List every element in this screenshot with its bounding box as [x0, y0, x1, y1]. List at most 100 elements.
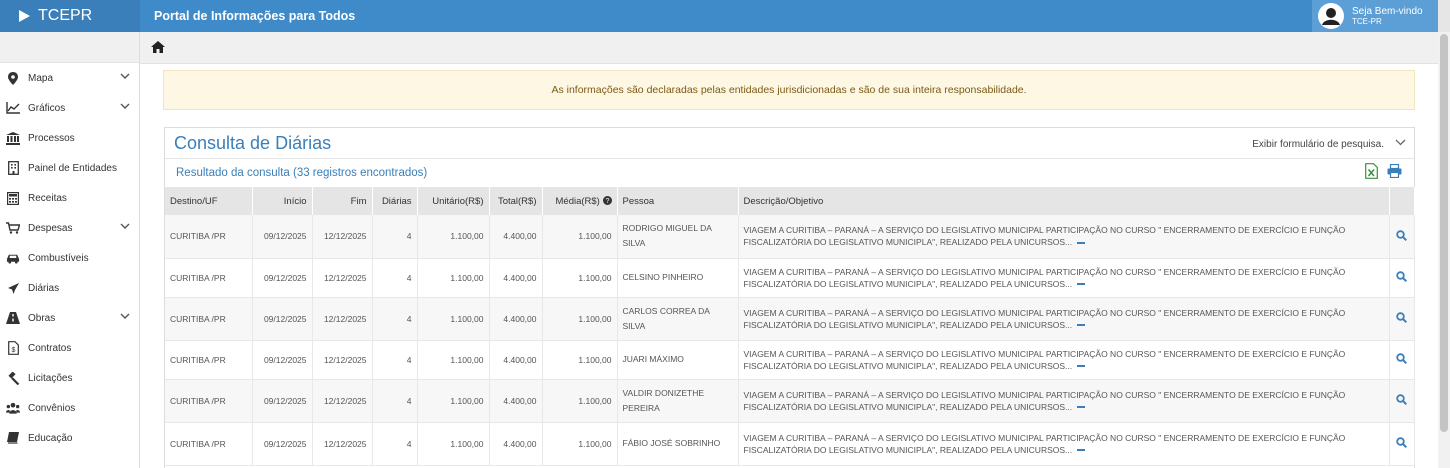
logo[interactable]: TCEPR: [0, 0, 140, 32]
cell-pessoa: VALDIR DONIZETHE PEREIRA: [617, 379, 739, 423]
cell-actions: [1389, 422, 1415, 466]
ellipsis-more-icon[interactable]: [1077, 241, 1086, 245]
institution-icon: [6, 131, 20, 145]
description-text: VIAGEM A CURITIBA – PARANÁ – A SERVIÇO D…: [743, 307, 1346, 330]
column-header-media[interactable]: Média(R$) ?: [542, 187, 618, 215]
sidebar: Mapa Gráficos Processos Painel de Entida…: [0, 32, 140, 468]
car-icon: [6, 251, 20, 265]
contract-file-icon: $: [6, 341, 20, 355]
vertical-scrollbar[interactable]: [1438, 32, 1450, 468]
cell-unitario: 1.100,00: [417, 422, 490, 466]
home-icon[interactable]: [151, 41, 165, 53]
cell-inicio: 09/12/2025: [252, 422, 313, 466]
sidebar-item-contratos[interactable]: $ Contratos: [0, 333, 139, 363]
sidebar-item-receitas[interactable]: Receitas: [0, 183, 139, 213]
table-row[interactable]: CURITIBA /PR 09/12/2025 12/12/2025 4 1.1…: [165, 422, 1415, 466]
page-title: Consulta de Diárias: [174, 133, 332, 153]
sidebar-item-label: Licitações: [28, 372, 73, 384]
sidebar-item-graficos[interactable]: Gráficos: [0, 93, 139, 123]
question-circle-icon[interactable]: ?: [602, 195, 612, 205]
search-icon[interactable]: [1396, 353, 1408, 365]
brand-name: TCEPR: [38, 7, 93, 24]
sidebar-item-despesas[interactable]: Despesas: [0, 213, 139, 243]
cell-pessoa: CARLOS CORREA DA SILVA: [617, 297, 739, 341]
description-text: VIAGEM A CURITIBA – PARANÁ – A SERVIÇO D…: [743, 389, 1346, 412]
notice-text: As informações são declaradas pelas enti…: [551, 84, 1027, 96]
cell-unitario: 1.100,00: [417, 215, 490, 259]
user-greeting: Seja Bem-vindo: [1352, 5, 1423, 17]
table-row[interactable]: CURITIBA /PR 09/12/2025 12/12/2025 4 1.1…: [165, 379, 1415, 423]
column-header[interactable]: Total(R$): [489, 187, 543, 215]
cart-icon: [6, 221, 20, 235]
cell-descricao: VIAGEM A CURITIBA – PARANÁ – A SERVIÇO D…: [738, 422, 1390, 466]
chevron-down-icon: [120, 73, 130, 79]
column-header[interactable]: Unitário(R$): [417, 187, 490, 215]
table-row[interactable]: CURITIBA /PR 09/12/2025 12/12/2025 4 1.1…: [165, 215, 1415, 259]
consulta-panel: Consulta de Diárias Exibir formulário de…: [164, 127, 1415, 468]
description-text: VIAGEM A CURITIBA – PARANÁ – A SERVIÇO D…: [743, 432, 1346, 455]
sidebar-item-label: Mapa: [28, 72, 54, 84]
cell-diarias: 4: [372, 379, 418, 423]
ellipsis-more-icon[interactable]: [1077, 405, 1086, 409]
cell-fim: 12/12/2025: [312, 340, 373, 380]
column-header[interactable]: Início: [252, 187, 313, 215]
user-menu[interactable]: Seja Bem-vindo TCE-PR: [1312, 0, 1438, 32]
table-row[interactable]: CURITIBA /PR 09/12/2025 12/12/2025 4 1.1…: [165, 340, 1415, 380]
gavel-icon: [6, 371, 20, 385]
search-icon[interactable]: [1396, 394, 1408, 406]
ellipsis-more-icon[interactable]: [1077, 282, 1086, 286]
toggle-search-form-link[interactable]: Exibir formulário de pesquisa.: [1252, 139, 1384, 150]
cell-media: 1.100,00: [542, 297, 618, 341]
calculator-icon: [6, 191, 20, 205]
breadcrumb: [140, 32, 1438, 64]
cell-destino: CURITIBA /PR: [165, 297, 253, 341]
cell-destino: CURITIBA /PR: [165, 258, 253, 298]
sidebar-item-diarias[interactable]: Diárias: [0, 273, 139, 303]
column-header[interactable]: Destino/UF: [165, 187, 253, 215]
table-row[interactable]: CURITIBA /PR 09/12/2025 12/12/2025 4 1.1…: [165, 258, 1415, 298]
ellipsis-more-icon[interactable]: [1077, 448, 1086, 452]
cell-descricao: VIAGEM A CURITIBA – PARANÁ – A SERVIÇO D…: [738, 258, 1390, 298]
cell-unitario: 1.100,00: [417, 258, 490, 298]
sidebar-item-licitacoes[interactable]: Licitações: [0, 363, 139, 393]
cell-fim: 12/12/2025: [312, 379, 373, 423]
search-icon[interactable]: [1396, 437, 1408, 449]
user-avatar-icon: [1318, 3, 1344, 29]
sidebar-item-label: Gráficos: [28, 102, 66, 114]
column-header[interactable]: Descrição/Objetivo: [738, 187, 1390, 215]
sidebar-item-label: Contratos: [28, 342, 72, 354]
column-header[interactable]: Pessoa: [617, 187, 739, 215]
cell-actions: [1389, 258, 1415, 298]
excel-export-icon[interactable]: [1365, 163, 1378, 179]
search-icon[interactable]: [1396, 271, 1408, 283]
print-icon[interactable]: [1387, 164, 1402, 178]
sidebar-item-painel-de-entidades[interactable]: Painel de Entidades: [0, 153, 139, 183]
sidebar-item-combustiveis[interactable]: Combustíveis: [0, 243, 139, 273]
sidebar-item-processos[interactable]: Processos: [0, 123, 139, 153]
cell-media: 1.100,00: [542, 258, 618, 298]
scrollbar-thumb[interactable]: [1440, 34, 1448, 432]
chevron-down-icon[interactable]: [1395, 139, 1406, 146]
table-row[interactable]: CURITIBA /PR 09/12/2025 12/12/2025 4 1.1…: [165, 297, 1415, 341]
cell-destino: CURITIBA /PR: [165, 422, 253, 466]
cell-diarias: 4: [372, 215, 418, 259]
sidebar-item-mapa[interactable]: Mapa: [0, 63, 139, 93]
sidebar-item-label: Combustíveis: [28, 252, 89, 264]
cell-fim: 12/12/2025: [312, 258, 373, 298]
ellipsis-more-icon[interactable]: [1077, 364, 1086, 368]
column-header[interactable]: Fim: [312, 187, 373, 215]
sidebar-item-educacao[interactable]: Educação: [0, 423, 139, 453]
search-icon[interactable]: [1396, 230, 1408, 241]
cell-diarias: 4: [372, 297, 418, 341]
cell-total: 4.400,00: [489, 379, 543, 423]
sidebar-item-obras[interactable]: Obras: [0, 303, 139, 333]
svg-text:?: ?: [605, 198, 609, 205]
sidebar-item-label: Obras: [28, 312, 56, 324]
column-header[interactable]: Diárias: [372, 187, 418, 215]
cell-descricao: VIAGEM A CURITIBA – PARANÁ – A SERVIÇO D…: [738, 215, 1390, 259]
portal-title: Portal de Informações para Todos: [154, 9, 356, 23]
ellipsis-more-icon[interactable]: [1077, 323, 1086, 327]
chevron-down-icon: [120, 313, 130, 319]
search-icon[interactable]: [1396, 312, 1408, 324]
sidebar-item-convenios[interactable]: Convênios: [0, 393, 139, 423]
